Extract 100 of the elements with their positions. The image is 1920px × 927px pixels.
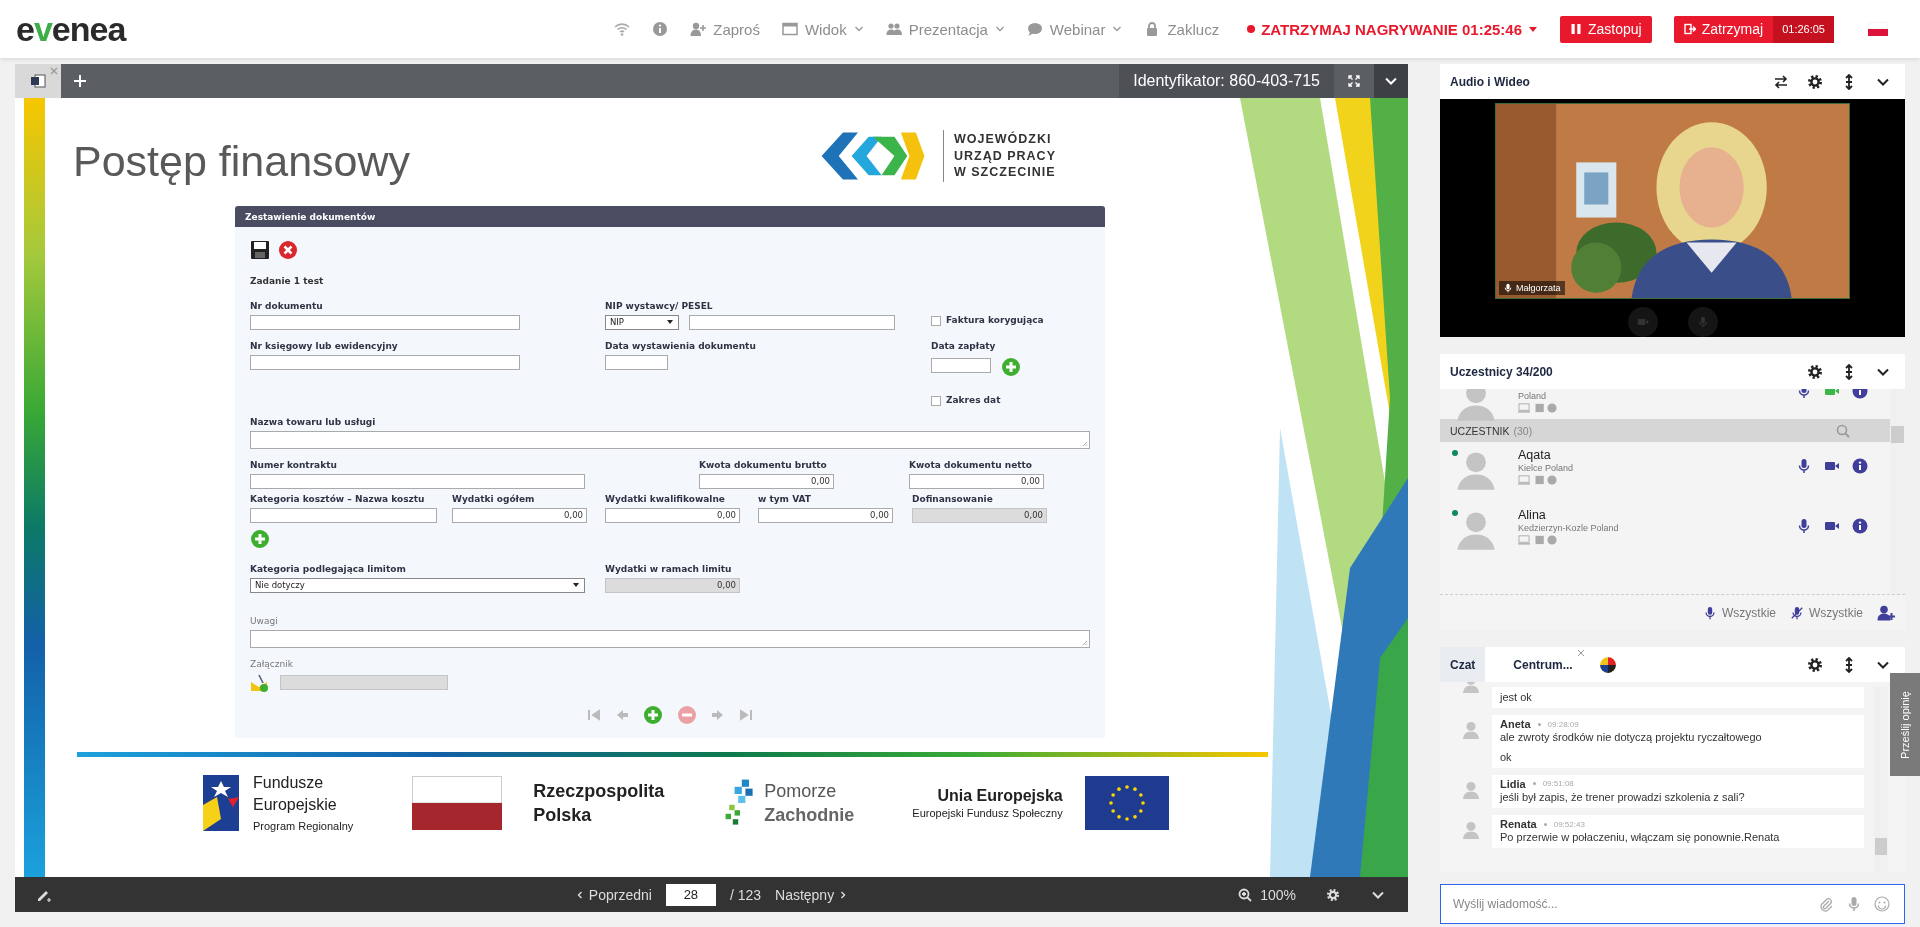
message-input[interactable]: Wyślij wiadomość... <box>1440 884 1905 924</box>
zoom-icon[interactable] <box>1238 887 1253 902</box>
microphone-button[interactable] <box>1687 307 1718 337</box>
people-icon <box>885 21 902 37</box>
chat-bubble-icon <box>1026 21 1043 37</box>
field-label: Kwota dokumentu netto <box>909 460 1033 472</box>
input-field[interactable] <box>250 354 520 370</box>
amount-field[interactable]: 0,00 <box>699 473 834 489</box>
scrollbar[interactable] <box>1890 389 1905 594</box>
add-icon[interactable] <box>250 529 270 549</box>
logo-text: Europejski Fundusz Społeczny <box>912 806 1064 822</box>
add-icon[interactable] <box>1001 356 1021 377</box>
mute-all-button[interactable]: Wszystkie <box>1703 605 1776 620</box>
amount-field[interactable]: 0,00 <box>909 473 1044 489</box>
message-author: Renata <box>1500 818 1537 831</box>
save-icon[interactable] <box>250 240 270 260</box>
previous-icon[interactable] <box>615 708 629 722</box>
field-label: Numer kontraktu <box>250 460 337 472</box>
last-page-icon[interactable] <box>739 708 753 722</box>
microphone-icon[interactable] <box>1796 458 1812 474</box>
pause-button[interactable]: Zastopuj <box>1560 15 1652 43</box>
settings-icon[interactable] <box>1807 73 1823 90</box>
fullscreen-icon[interactable] <box>1348 75 1360 87</box>
first-page-icon[interactable] <box>587 708 601 722</box>
previous-button[interactable]: Poprzedni <box>575 886 652 903</box>
message-time: 09:28:09 <box>1547 719 1579 729</box>
speaker-name: Małgorzata <box>1516 283 1561 293</box>
avatar-icon <box>1462 780 1480 799</box>
swap-icon[interactable] <box>1773 73 1789 90</box>
checkbox[interactable] <box>931 315 941 326</box>
participant-row[interactable]: Alina Kedzierzyn-Kozle Poland <box>1440 502 1890 562</box>
text-area[interactable] <box>250 629 1090 648</box>
logo-text: Fundusze <box>253 773 325 794</box>
feedback-tab[interactable]: Prześlij opinię <box>1890 673 1920 776</box>
settings-icon[interactable] <box>1807 363 1823 380</box>
chat-tab[interactable]: Czat <box>1440 647 1486 682</box>
logo-text: Zachodnie <box>764 804 856 827</box>
unmute-all-button[interactable]: Wszystkie <box>1790 605 1863 620</box>
category-dropdown[interactable]: Nie dotyczy <box>250 577 585 593</box>
field-label: Wydatki kwalifikowalne <box>605 494 725 506</box>
pause-icon <box>1570 23 1582 35</box>
next-button[interactable]: Następny <box>775 886 848 903</box>
organization-name: WOJEWÓDZKI URZĄD PRACY W SZCZECINIE <box>954 130 1056 182</box>
field-label: NIP wystawcy/ PESEL <box>605 301 713 313</box>
window-icon <box>781 21 798 37</box>
delete-icon[interactable] <box>278 240 298 260</box>
wifi-icon[interactable] <box>614 21 631 37</box>
participant-name: Aqata <box>1518 448 1552 462</box>
search-icon[interactable] <box>1836 423 1850 438</box>
resize-grip-icon[interactable] <box>1082 639 1088 646</box>
input-field[interactable] <box>250 473 585 489</box>
close-icon[interactable] <box>1576 648 1585 657</box>
flag-icon[interactable] <box>1868 22 1888 36</box>
settings-icon[interactable] <box>1807 656 1823 673</box>
input-field[interactable] <box>250 314 520 330</box>
remove-icon[interactable] <box>677 705 697 725</box>
field-label: Załącznik <box>250 659 293 671</box>
scrollbar[interactable] <box>1874 687 1888 872</box>
stop-recording-button[interactable]: ZATRZYMAJ NAGRYWANIE 01:25:46 <box>1247 20 1538 38</box>
checkbox[interactable] <box>931 395 941 406</box>
date-field[interactable] <box>931 358 991 374</box>
multicolor-circle-icon <box>1598 655 1617 674</box>
emoji-icon[interactable] <box>1874 896 1890 912</box>
resize-grip-icon[interactable] <box>1082 440 1088 447</box>
microphone-icon[interactable] <box>1796 518 1812 534</box>
checkbox-label: Zakres dat <box>946 395 1001 407</box>
group-count: (30) <box>1513 424 1533 437</box>
participant-row[interactable]: Aqata Kielce Poland <box>1440 442 1890 502</box>
page-field[interactable]: 28 <box>665 883 716 906</box>
participant-name: Alina <box>1518 508 1547 522</box>
stop-button[interactable]: Zatrzymaj 01:26:05 <box>1673 15 1834 43</box>
paperclip-icon[interactable] <box>1818 896 1834 912</box>
separator-dot <box>1543 822 1547 826</box>
next-icon[interactable] <box>711 708 725 722</box>
camera-icon <box>1636 316 1649 328</box>
caret-icon <box>1528 24 1538 34</box>
add-icon[interactable] <box>73 74 87 88</box>
panel-title: Audio i Wideo <box>1450 74 1530 89</box>
group-header[interactable]: UCZESTNIK (30) <box>1440 419 1890 442</box>
exit-icon <box>1683 23 1696 35</box>
info-icon[interactable] <box>1852 458 1868 474</box>
close-icon[interactable] <box>50 67 58 75</box>
file-field[interactable] <box>280 675 448 691</box>
zoom-level: 100% <box>1260 886 1296 903</box>
input-field[interactable] <box>689 314 895 330</box>
logo-text: Unia Europejska <box>937 785 1064 806</box>
add-icon[interactable] <box>643 705 663 725</box>
info-icon[interactable] <box>1852 518 1868 534</box>
attachment-icon[interactable] <box>250 672 270 693</box>
chat-tab[interactable]: Centrum... <box>1503 647 1583 682</box>
amount-field[interactable]: 0,00 <box>758 507 893 523</box>
document-tab[interactable] <box>15 64 61 98</box>
add-person-icon[interactable] <box>1877 603 1895 622</box>
input-field[interactable] <box>605 354 668 370</box>
amount-field[interactable]: 0,00 <box>452 507 587 523</box>
text-area[interactable] <box>250 430 1090 449</box>
input-field[interactable] <box>250 507 437 523</box>
type-dropdown[interactable]: NIP <box>605 314 679 330</box>
amount-field[interactable]: 0,00 <box>605 507 740 523</box>
camera-button[interactable] <box>1627 307 1658 337</box>
